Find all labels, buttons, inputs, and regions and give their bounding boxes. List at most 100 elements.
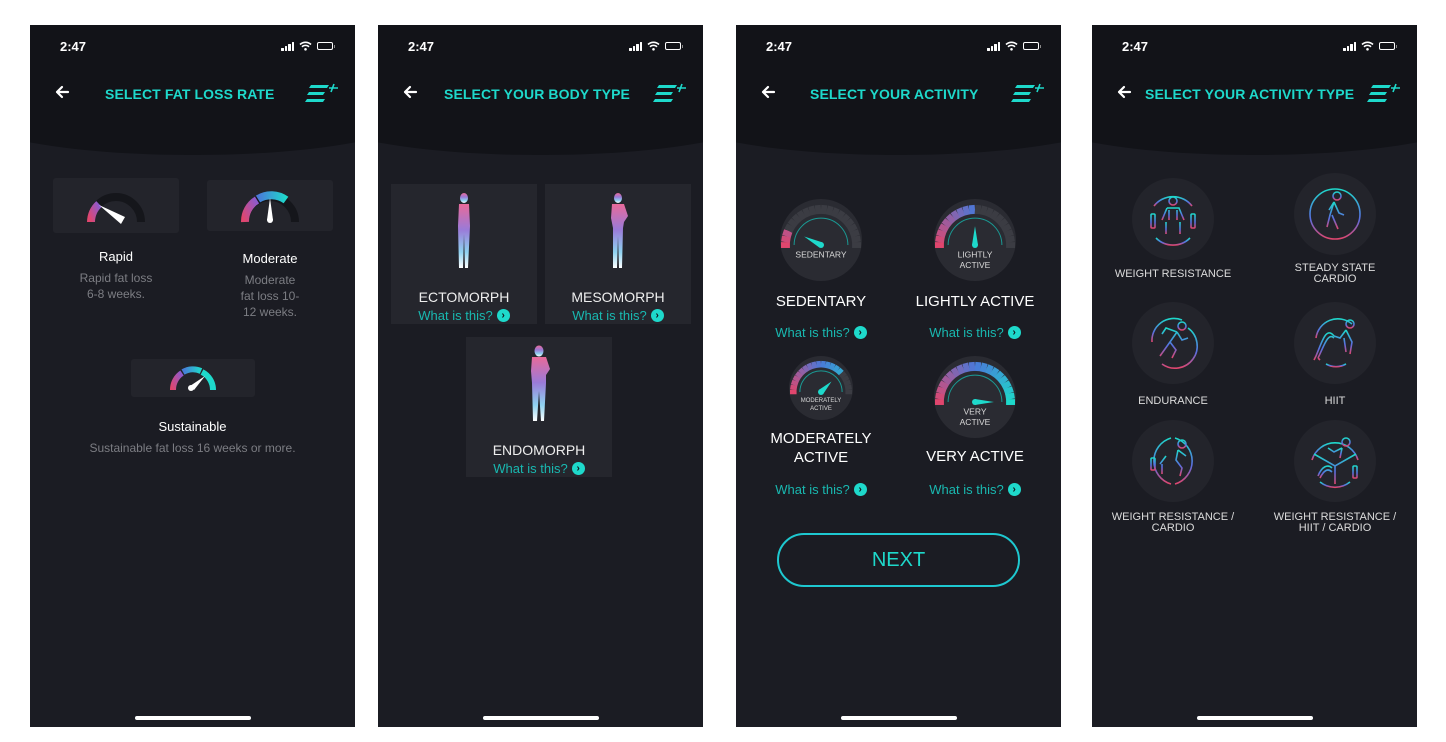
activity-option-sedentary[interactable]: SEDENTARY SEDENTARY <box>746 198 896 311</box>
next-button[interactable]: NEXT <box>777 533 1020 587</box>
activity-type-name: ENDURANCE <box>1138 395 1208 407</box>
rate-option-sustainable[interactable]: Sustainable Sustainable fat loss 16 week… <box>70 359 315 456</box>
chevron-right-circle-icon: › <box>853 326 867 339</box>
gauge-segment <box>938 223 950 233</box>
gauge-segment <box>974 204 982 215</box>
gauge-segment <box>811 361 818 369</box>
activity-option-very-active[interactable]: VERY ACTIVE VERY ACTIVE <box>900 355 1050 466</box>
battery-icon <box>1379 42 1397 50</box>
signal-icon <box>281 41 294 51</box>
gauge-segment <box>1003 229 1014 238</box>
chevron-right-circle-icon: › <box>571 462 585 475</box>
activity-option-lightly-active[interactable]: LIGHTLY ACTIVE LIGHTLY ACTIVE <box>900 198 1050 311</box>
rate-name: Moderate <box>242 251 298 266</box>
gauge-segment <box>798 367 807 376</box>
back-button[interactable] <box>1116 84 1136 104</box>
rate-description: Rapid fat loss 6-8 weeks. <box>79 271 153 301</box>
gauge-segment <box>820 204 828 215</box>
activity-type-endurance[interactable]: ENDURANCE <box>1098 302 1248 407</box>
chevron-right-circle-icon: › <box>853 483 867 496</box>
activity-option-moderately-active[interactable]: MODERATELY ACTIVE MODERATELY ACTIVE <box>746 355 896 467</box>
gauge-thumbnail <box>207 180 333 231</box>
back-button[interactable] <box>54 84 74 104</box>
what-is-this-link[interactable]: What is this? › <box>493 461 585 476</box>
nav-bar: SELECT YOUR BODY TYPE <box>378 81 703 107</box>
gauge-hub <box>972 399 978 406</box>
activity-type-hiit[interactable]: HIIT <box>1260 302 1410 407</box>
activity-type-weight-resistance-hiit-cardio[interactable]: WEIGHT RESISTANCE / HIIT / CARDIO <box>1260 420 1410 534</box>
activity-type-name: WEIGHT RESISTANCE <box>1114 268 1232 280</box>
signal-icon <box>987 41 1000 51</box>
gauge-hub <box>818 242 824 249</box>
gauge-segment <box>968 204 976 215</box>
status-time: 2:47 <box>1122 38 1149 54</box>
gauge-segment <box>936 386 947 395</box>
wifi-icon <box>647 41 660 51</box>
what-is-this-link[interactable]: What is this? › <box>775 482 867 497</box>
gauge-segment <box>802 364 810 373</box>
activity-name: LIGHTLY ACTIVE <box>915 293 1035 310</box>
body-type-mesomorph[interactable]: MESOMORPH What is this? › <box>545 184 691 324</box>
screen-activity: 2:47 SELECT YOUR ACTIVITY SEDENTARY SEDE… <box>736 25 1061 727</box>
back-button[interactable] <box>760 84 780 104</box>
home-indicator <box>840 716 957 720</box>
gauge-segment <box>792 375 801 383</box>
rate-name: Sustainable <box>158 419 227 434</box>
gauge-segment <box>1003 386 1014 395</box>
gauge-segment <box>962 362 971 373</box>
rate-option-moderate[interactable]: Moderate Moderate fat loss 10-12 weeks. <box>207 180 333 320</box>
gauge-label: MODERATELY <box>801 398 841 404</box>
activity-type-weight-resistance-cardio[interactable]: WEIGHT RESISTANCE / CARDIO <box>1098 420 1248 534</box>
what-is-this-link[interactable]: What is this? › <box>775 325 867 340</box>
arrow-left-icon <box>55 85 70 99</box>
status-bar: 2:47 <box>408 37 683 55</box>
back-button[interactable] <box>402 84 422 104</box>
gauge-segment <box>841 375 850 383</box>
gauge-segment <box>820 360 826 368</box>
gauge-segment <box>935 235 945 243</box>
activity-type-steady-state-cardio[interactable]: STEADY STATE CARDIO <box>1260 173 1410 285</box>
page-title: SELECT FAT LOSS RATE <box>105 86 275 102</box>
battery-icon <box>665 42 683 50</box>
wifi-icon <box>299 41 312 51</box>
body-type-ectomorph[interactable]: ECTOMORPH What is this? › <box>391 184 537 324</box>
activity-type-name: WEIGHT RESISTANCE / HIIT / CARDIO <box>1273 511 1397 534</box>
activity-type-weight-resistance[interactable]: WEIGHT RESISTANCE <box>1098 178 1248 280</box>
gauge-segment <box>936 229 947 238</box>
arrow-left-icon <box>1117 85 1132 99</box>
status-bar: 2:47 <box>60 37 335 55</box>
gauge-segment <box>830 207 840 218</box>
activity-name: SEDENTARY <box>775 293 867 310</box>
rate-description: Sustainable fat loss 16 weeks or more. <box>89 441 296 455</box>
signal-icon <box>1343 41 1356 51</box>
gauge-segment <box>846 223 858 233</box>
what-is-this-link[interactable]: What is this? › <box>572 308 664 323</box>
what-is-this-link[interactable]: What is this? › <box>418 308 510 323</box>
gauge-segment <box>962 205 971 216</box>
body-figure-icon <box>531 345 550 421</box>
weights-cardio-icon <box>1150 436 1193 486</box>
status-bar: 2:47 <box>1122 37 1397 55</box>
gauge-segment <box>843 379 852 387</box>
gauge-segment <box>950 209 961 221</box>
body-type-endomorph[interactable]: ENDOMORPH What is this? › <box>466 337 612 477</box>
weights-hiit-cardio-icon <box>1311 437 1359 489</box>
gauge-segment <box>790 379 799 387</box>
gauge-segment <box>1005 392 1015 400</box>
activity-gauge: VERYACTIVE <box>934 356 1016 438</box>
gauge-segment <box>832 364 840 373</box>
weightlifting-icon <box>1150 195 1196 246</box>
what-is-this-link[interactable]: What is this? › <box>929 482 1021 497</box>
what-is-this-link[interactable]: What is this? › <box>929 325 1021 340</box>
page-title: SELECT YOUR ACTIVITY <box>810 86 979 102</box>
home-indicator <box>482 716 599 720</box>
speedometer-icon <box>241 190 299 223</box>
gauge-segment <box>782 229 793 238</box>
body-type-name: ENDOMORPH <box>492 442 586 458</box>
gauge-hub <box>972 242 978 249</box>
gauge-hub <box>818 388 824 395</box>
rate-option-rapid[interactable]: Rapid Rapid fat loss 6-8 weeks. <box>53 178 179 302</box>
nav-bar: SELECT FAT LOSS RATE <box>30 81 355 107</box>
home-indicator <box>134 716 251 720</box>
status-time: 2:47 <box>60 38 87 54</box>
